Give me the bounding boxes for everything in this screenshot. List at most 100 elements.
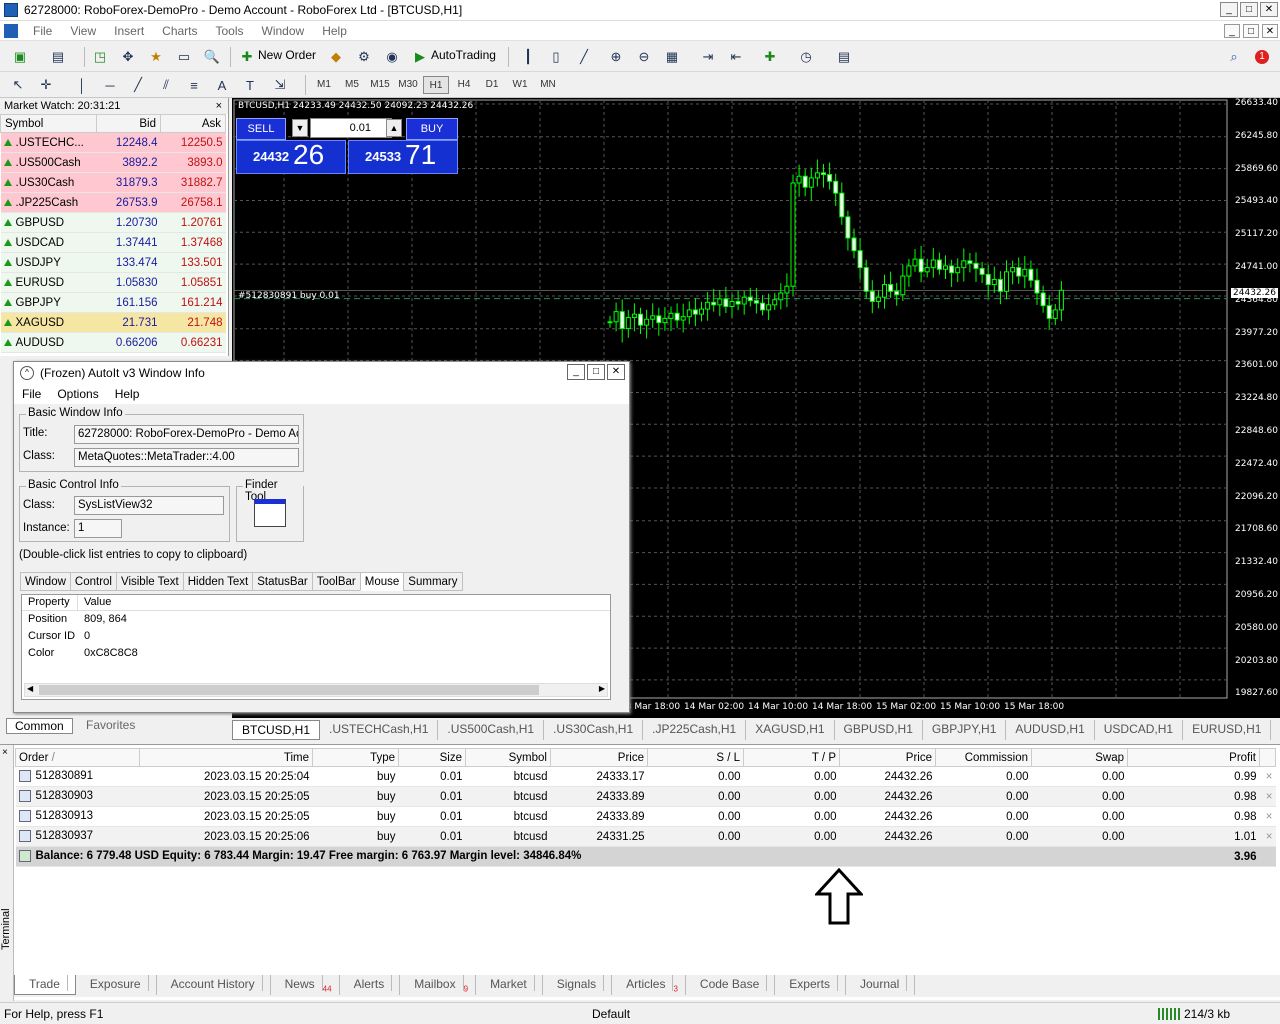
list-item[interactable]: AUDUSD 0.66206 0.66231 <box>0 332 226 353</box>
chart-tab-usdcad[interactable]: USDCAD,H1 <box>1095 720 1184 740</box>
cursor-icon[interactable]: ↖ <box>8 75 28 95</box>
mdi-minimize-button[interactable]: _ <box>1224 24 1240 38</box>
col-profit[interactable]: Profit <box>1127 748 1260 767</box>
market-watch-icon[interactable]: ◳ <box>90 47 110 67</box>
chart-tab-us30cash[interactable]: .US30Cash,H1 <box>544 720 644 740</box>
chart-shift-icon[interactable]: ⇤ <box>726 47 746 67</box>
chart-tabs-scroll-icon[interactable]: ◀ ▶ <box>1271 720 1280 740</box>
lot-decrease-button[interactable]: ▼ <box>292 119 308 137</box>
title-field[interactable]: 62728000: RoboForex-DemoPro - Demo Acco <box>74 425 299 444</box>
terminal-tab-market[interactable]: Market <box>476 975 543 995</box>
terminal-icon[interactable]: ▭ <box>174 47 194 67</box>
list-item[interactable]: Color 0xC8C8C8 <box>22 645 610 662</box>
tab-control[interactable]: Control <box>69 572 117 591</box>
list-item[interactable]: .JP225Cash 26753.9 26758.1 <box>0 192 226 213</box>
class-field[interactable]: MetaQuotes::MetaTrader::4.00 <box>74 448 299 467</box>
terminal-tab-journal[interactable]: Journal <box>846 975 916 995</box>
col-commission[interactable]: Commission <box>935 748 1032 767</box>
list-item[interactable]: .US500Cash 3892.2 3893.0 <box>0 152 226 173</box>
terminal-tab-exposure[interactable]: Exposure <box>76 975 157 995</box>
col-current-price[interactable]: Price <box>839 748 936 767</box>
chart-tab-gbpusd[interactable]: GBPUSD,H1 <box>835 720 923 740</box>
close-button[interactable]: ✕ <box>1260 2 1278 17</box>
menu-file[interactable]: File <box>24 24 61 38</box>
tab-favorites[interactable]: Favorites <box>86 718 135 732</box>
timeframe-m5[interactable]: M5 <box>339 76 365 94</box>
line-chart-icon[interactable]: ╱ <box>574 47 594 67</box>
col-symbol[interactable]: Symbol <box>465 748 551 767</box>
sell-price-box[interactable]: 24432 26 <box>236 139 346 174</box>
new-chart-icon[interactable]: ▣ <box>10 47 30 67</box>
indicators-icon[interactable]: ✚ <box>760 47 780 67</box>
close-order-icon[interactable]: × <box>1259 806 1276 827</box>
zoom-out-icon[interactable]: ⊖ <box>634 47 654 67</box>
close-order-icon[interactable]: × <box>1259 786 1276 807</box>
terminal-tab-signals[interactable]: Signals <box>543 975 613 995</box>
fibonacci-icon[interactable]: ≡ <box>184 75 204 95</box>
text-icon[interactable]: A <box>212 75 232 95</box>
scroll-thumb[interactable] <box>39 685 539 695</box>
autoit-menu-options[interactable]: Options <box>49 387 106 401</box>
arrows-icon[interactable]: ⇲ <box>270 75 290 95</box>
terminal-tab-articles[interactable]: Articles 3 <box>612 975 686 995</box>
tab-summary[interactable]: Summary <box>403 572 463 591</box>
tile-icon[interactable]: ▦ <box>662 47 682 67</box>
terminal-tab-trade[interactable]: Trade <box>14 975 76 995</box>
data-window-icon[interactable]: ✥ <box>118 47 138 67</box>
autoscroll-icon[interactable]: ⇥ <box>698 47 718 67</box>
timeframe-m15[interactable]: M15 <box>367 76 393 94</box>
mw-col-symbol[interactable]: Symbol <box>0 114 97 133</box>
timeframe-h1[interactable]: H1 <box>423 76 449 94</box>
terminal-tab-account-history[interactable]: Account History <box>157 975 271 995</box>
list-item[interactable]: USDCAD 1.37441 1.37468 <box>0 232 226 253</box>
terminal-tab-news[interactable]: News 44 <box>271 975 340 995</box>
table-row[interactable]: 512830891 2023.03.15 20:25:04 buy 0.01 btcus… <box>15 766 1276 787</box>
autoit-menu-help[interactable]: Help <box>107 387 148 401</box>
autoit-maximize-button[interactable]: □ <box>587 364 605 380</box>
menu-insert[interactable]: Insert <box>105 24 153 38</box>
bar-chart-icon[interactable]: ┃ <box>518 47 538 67</box>
text-label-icon[interactable]: T <box>240 75 260 95</box>
list-item[interactable]: .US30Cash 31879.3 31882.7 <box>0 172 226 193</box>
menu-charts[interactable]: Charts <box>153 24 206 38</box>
list-item[interactable]: Position 809, 864 <box>22 611 610 628</box>
chart-tab-gbpjpy[interactable]: GBPJPY,H1 <box>923 720 1007 740</box>
timeframe-mn[interactable]: MN <box>535 76 561 94</box>
chart-tab-jp225cash[interactable]: .JP225Cash,H1 <box>643 720 747 740</box>
maximize-button[interactable]: □ <box>1240 2 1258 17</box>
timeframe-d1[interactable]: D1 <box>479 76 505 94</box>
lot-increase-button[interactable]: ▲ <box>386 119 402 137</box>
zoom-in-icon[interactable]: ⊕ <box>606 47 626 67</box>
autoit-close-button[interactable]: ✕ <box>607 364 625 380</box>
horizontal-scrollbar[interactable]: ◀ ▶ <box>24 683 608 697</box>
menu-view[interactable]: View <box>61 24 105 38</box>
autotrading-icon[interactable]: ▶ <box>410 47 430 67</box>
chart-tab-ustechcash[interactable]: .USTECHCash,H1 <box>320 720 439 740</box>
list-col-property[interactable]: Property <box>22 595 78 610</box>
market-watch-close-button[interactable]: × <box>216 98 222 114</box>
col-size[interactable]: Size <box>398 748 466 767</box>
mdi-close-button[interactable]: ✕ <box>1262 24 1278 38</box>
col-price[interactable]: Price <box>550 748 648 767</box>
notification-icon[interactable]: 1 <box>1252 47 1272 67</box>
table-row[interactable]: 512830913 2023.03.15 20:25:05 buy 0.01 btcus… <box>15 806 1276 827</box>
equidistant-channel-icon[interactable]: ⫽ <box>156 75 176 95</box>
list-item[interactable]: GBPJPY 161.156 161.214 <box>0 292 226 313</box>
order-line-label[interactable]: #512830891 buy 0.01 <box>238 291 340 301</box>
mdi-chart-icon[interactable] <box>4 23 18 38</box>
table-row[interactable]: 512830903 2023.03.15 20:25:05 buy 0.01 btcus… <box>15 786 1276 807</box>
tab-common[interactable]: Common <box>6 718 73 734</box>
options-icon[interactable]: ⚙ <box>354 47 374 67</box>
horizontal-line-icon[interactable]: ─ <box>100 75 120 95</box>
finder-tool-icon[interactable] <box>254 499 286 527</box>
col-sl[interactable]: S / L <box>647 748 744 767</box>
candlestick-icon[interactable]: ▯ <box>546 47 566 67</box>
col-time[interactable]: Time <box>139 748 313 767</box>
autotrading-button[interactable]: AutoTrading <box>431 48 496 62</box>
chart-tab-us500cash[interactable]: .US500Cash,H1 <box>438 720 545 740</box>
tab-toolbar[interactable]: ToolBar <box>311 572 361 591</box>
mw-col-ask[interactable]: Ask <box>160 114 226 133</box>
terminal-tab-alerts[interactable]: Alerts <box>340 975 401 995</box>
minimize-button[interactable]: _ <box>1220 2 1238 17</box>
chart-tab-xagusd[interactable]: XAGUSD,H1 <box>746 720 835 740</box>
